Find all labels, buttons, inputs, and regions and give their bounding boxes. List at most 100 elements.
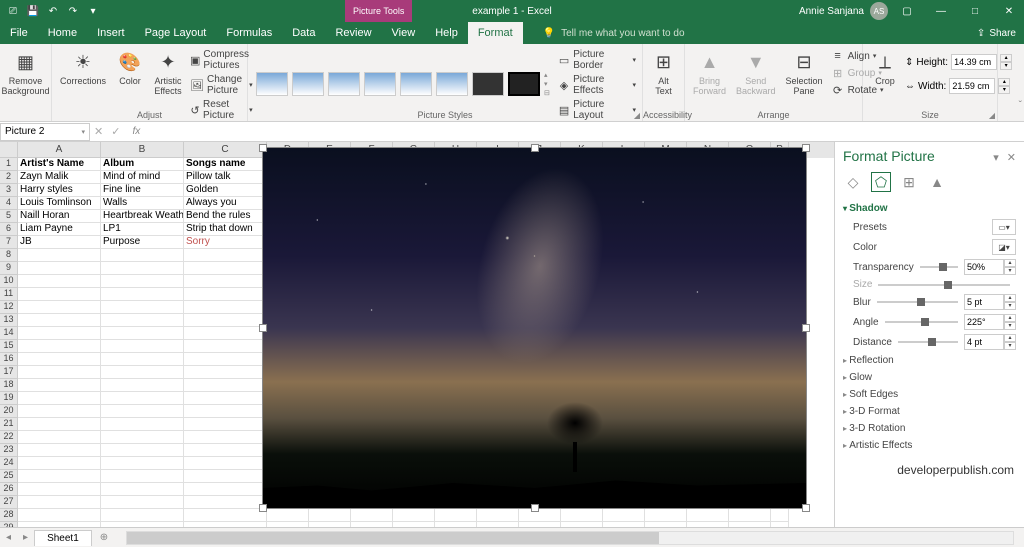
glow-section[interactable]: Glow bbox=[843, 369, 1016, 386]
menu-formulas[interactable]: Formulas bbox=[216, 22, 282, 44]
cell[interactable] bbox=[519, 509, 561, 522]
style-preset[interactable] bbox=[292, 72, 324, 96]
cell[interactable] bbox=[184, 366, 267, 379]
cell[interactable]: Strip that down bbox=[184, 223, 267, 236]
cell[interactable] bbox=[101, 392, 184, 405]
row-header[interactable]: 18 bbox=[0, 379, 18, 392]
resize-handle[interactable] bbox=[531, 504, 539, 512]
cell[interactable] bbox=[184, 509, 267, 522]
cell[interactable] bbox=[18, 262, 101, 275]
cell[interactable] bbox=[18, 496, 101, 509]
cell[interactable] bbox=[267, 509, 309, 522]
cell[interactable] bbox=[645, 509, 687, 522]
qat-customize-icon[interactable]: ▾ bbox=[86, 4, 100, 18]
user-avatar[interactable]: AS bbox=[870, 2, 888, 20]
save-icon[interactable]: 💾 bbox=[26, 4, 40, 18]
cell[interactable] bbox=[101, 275, 184, 288]
cell[interactable] bbox=[101, 340, 184, 353]
cell[interactable] bbox=[393, 509, 435, 522]
cell[interactable]: Pillow talk bbox=[184, 171, 267, 184]
cell[interactable]: Liam Payne bbox=[18, 223, 101, 236]
cell[interactable]: Album bbox=[101, 158, 184, 171]
cell[interactable] bbox=[18, 392, 101, 405]
cell[interactable] bbox=[184, 457, 267, 470]
sheet-tab[interactable]: Sheet1 bbox=[34, 530, 92, 546]
cell[interactable]: Fine line bbox=[101, 184, 184, 197]
gallery-down-icon[interactable]: ▾ bbox=[544, 80, 550, 88]
cell[interactable] bbox=[101, 509, 184, 522]
cell[interactable]: Harry styles bbox=[18, 184, 101, 197]
rotation-3d-section[interactable]: 3-D Rotation bbox=[843, 420, 1016, 437]
cell[interactable] bbox=[101, 301, 184, 314]
cell[interactable] bbox=[18, 418, 101, 431]
artistic-effects-section[interactable]: Artistic Effects bbox=[843, 437, 1016, 454]
cell[interactable] bbox=[101, 353, 184, 366]
blur-slider[interactable] bbox=[877, 301, 958, 303]
cell[interactable] bbox=[519, 522, 561, 527]
resize-handle[interactable] bbox=[259, 504, 267, 512]
close-icon[interactable]: ✕ bbox=[994, 0, 1024, 22]
style-preset[interactable] bbox=[400, 72, 432, 96]
style-preset[interactable] bbox=[472, 72, 504, 96]
cell[interactable] bbox=[18, 327, 101, 340]
menu-page-layout[interactable]: Page Layout bbox=[135, 22, 217, 44]
width-down[interactable]: ▾ bbox=[998, 86, 1010, 94]
cell[interactable] bbox=[18, 431, 101, 444]
row-header[interactable]: 22 bbox=[0, 431, 18, 444]
formula-input[interactable] bbox=[148, 123, 1024, 141]
cell[interactable] bbox=[18, 522, 101, 527]
cell[interactable] bbox=[18, 288, 101, 301]
resize-handle[interactable] bbox=[802, 144, 810, 152]
cancel-formula-icon[interactable]: ✕ bbox=[90, 125, 107, 138]
menu-help[interactable]: Help bbox=[425, 22, 468, 44]
cell[interactable] bbox=[101, 249, 184, 262]
height-input[interactable] bbox=[951, 54, 997, 70]
redo-icon[interactable]: ↷ bbox=[66, 4, 80, 18]
cell[interactable] bbox=[351, 509, 393, 522]
spreadsheet-grid[interactable]: ABCDEFGHIJKLMNOP 1Artist's NameAlbumSong… bbox=[0, 142, 834, 527]
shadow-color-dropdown[interactable]: ◪▾ bbox=[992, 239, 1016, 255]
presets-dropdown[interactable]: ▭▾ bbox=[992, 219, 1016, 235]
row-header[interactable]: 26 bbox=[0, 483, 18, 496]
cell[interactable]: Bend the rules bbox=[184, 210, 267, 223]
add-sheet-button[interactable]: ⊕ bbox=[92, 532, 116, 543]
style-preset[interactable] bbox=[256, 72, 288, 96]
cell[interactable]: Heartbreak Weather bbox=[101, 210, 184, 223]
cell[interactable]: Artist's Name bbox=[18, 158, 101, 171]
cell[interactable] bbox=[184, 288, 267, 301]
alt-text-button[interactable]: ⊞ Alt Text bbox=[647, 46, 680, 98]
user-name[interactable]: Annie Sanjana bbox=[799, 6, 864, 17]
menu-format[interactable]: Format bbox=[468, 22, 523, 44]
sheet-nav-next[interactable]: ▸ bbox=[17, 532, 34, 543]
collapse-ribbon-icon[interactable]: ˇ bbox=[1019, 100, 1022, 111]
cell[interactable] bbox=[101, 262, 184, 275]
cell[interactable] bbox=[101, 314, 184, 327]
cell[interactable] bbox=[18, 301, 101, 314]
row-header[interactable]: 11 bbox=[0, 288, 18, 301]
confirm-formula-icon[interactable]: ✓ bbox=[107, 125, 124, 138]
row-header[interactable]: 15 bbox=[0, 340, 18, 353]
cell[interactable] bbox=[561, 522, 603, 527]
cell[interactable] bbox=[729, 509, 771, 522]
shadow-section[interactable]: Shadow bbox=[843, 200, 1016, 217]
cell[interactable] bbox=[18, 470, 101, 483]
row-header[interactable]: 4 bbox=[0, 197, 18, 210]
cell[interactable] bbox=[18, 314, 101, 327]
cell[interactable] bbox=[18, 444, 101, 457]
distance-input[interactable] bbox=[964, 334, 1004, 350]
row-header[interactable]: 12 bbox=[0, 301, 18, 314]
ribbon-options-icon[interactable]: ▢ bbox=[892, 0, 922, 22]
cell[interactable] bbox=[771, 522, 789, 527]
row-header[interactable]: 24 bbox=[0, 457, 18, 470]
cell[interactable]: Purpose bbox=[101, 236, 184, 249]
gallery-more-icon[interactable]: ⊟ bbox=[544, 89, 550, 97]
cell[interactable]: Mind of mind bbox=[101, 171, 184, 184]
row-header[interactable]: 21 bbox=[0, 418, 18, 431]
picture-styles-launcher[interactable]: ◢ bbox=[634, 111, 640, 120]
cell[interactable] bbox=[309, 509, 351, 522]
cell[interactable] bbox=[184, 483, 267, 496]
cell[interactable] bbox=[267, 522, 309, 527]
size-tab-icon[interactable]: ⊞ bbox=[899, 172, 919, 192]
fill-tab-icon[interactable]: ◇ bbox=[843, 172, 863, 192]
undo-icon[interactable]: ↶ bbox=[46, 4, 60, 18]
